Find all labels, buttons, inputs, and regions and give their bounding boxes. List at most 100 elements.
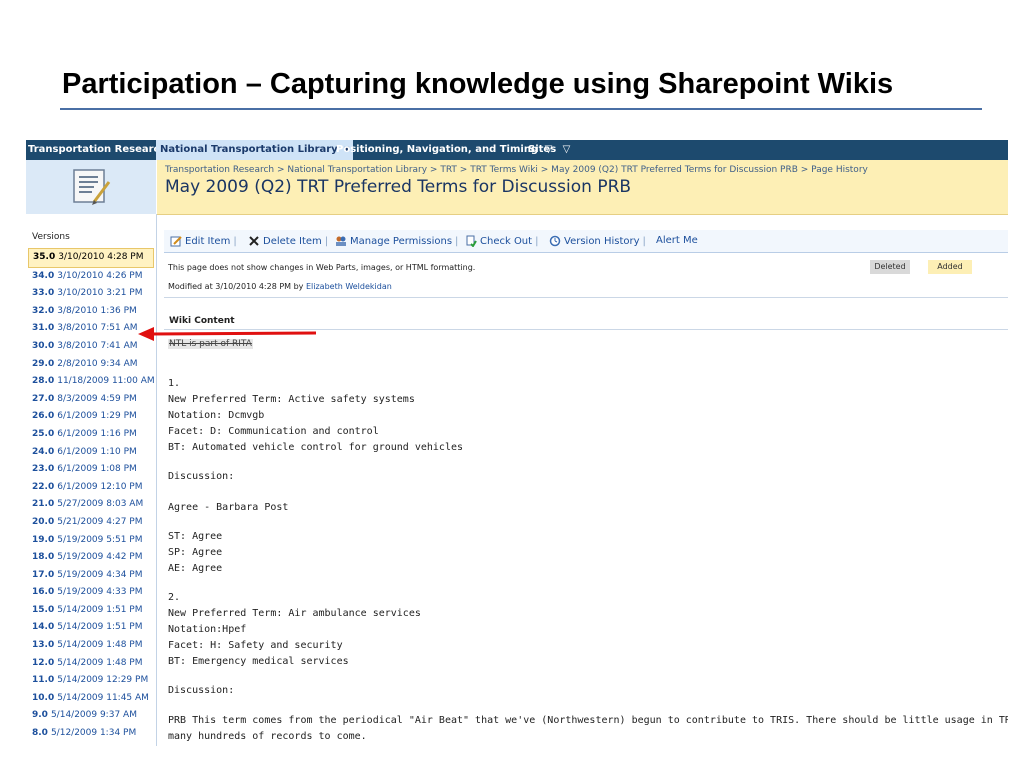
version-item[interactable]: 11.0 5/14/2009 12:29 PM	[26, 672, 156, 690]
version-date: 5/19/2009 4:34 PM	[57, 569, 143, 580]
version-item[interactable]: 15.0 5/14/2009 1:51 PM	[26, 602, 156, 620]
version-item[interactable]: 35.0 3/10/2010 4:28 PM	[28, 248, 154, 268]
version-item[interactable]: 18.0 5/19/2009 4:42 PM	[26, 549, 156, 567]
breadcrumb[interactable]: Transportation Research > National Trans…	[165, 165, 868, 175]
version-date: 5/14/2009 1:48 PM	[57, 640, 143, 651]
wiki-line: Facet: H: Safety and security	[168, 640, 343, 651]
version-item[interactable]: 25.0 6/1/2009 1:16 PM	[26, 426, 156, 444]
tab-sites[interactable]: Sites ▽	[528, 140, 570, 160]
version-number: 29.0	[32, 358, 55, 369]
version-number: 21.0	[32, 499, 55, 510]
version-item[interactable]: 14.0 5/14/2009 1:51 PM	[26, 619, 156, 637]
check-out-label: Check Out	[480, 235, 533, 247]
version-item[interactable]: 21.0 5/27/2009 8:03 AM	[26, 496, 156, 514]
tab-positioning-navigation-timing[interactable]: Positioning, Navigation, and Timing ▽	[336, 140, 552, 160]
version-date: 8/3/2009 4:59 PM	[57, 393, 137, 404]
wiki-line: AE: Agree	[168, 563, 223, 574]
toolbar-separator: |	[324, 235, 329, 247]
check-out-button[interactable]: Check Out |	[465, 235, 538, 247]
version-item[interactable]: 26.0 6/1/2009 1:29 PM	[26, 408, 156, 426]
permissions-icon	[336, 236, 346, 246]
version-number: 28.0	[32, 376, 55, 387]
modified-by-link[interactable]: Elizabeth Weldekidan	[306, 282, 392, 291]
tab-national-transportation-library[interactable]: National Transportation Library ▾	[156, 140, 354, 160]
modified-info: Modified at 3/10/2010 4:28 PM by Elizabe…	[168, 282, 392, 291]
wiki-line: SP: Agree	[168, 547, 223, 558]
version-item[interactable]: 13.0 5/14/2009 1:48 PM	[26, 637, 156, 655]
version-item[interactable]: 19.0 5/19/2009 5:51 PM	[26, 532, 156, 550]
page-header: Transportation Research > National Trans…	[157, 160, 1008, 215]
version-item[interactable]: 10.0 5/14/2009 11:45 AM	[26, 690, 156, 708]
check-out-icon	[466, 235, 477, 247]
version-date: 5/21/2009 4:27 PM	[57, 516, 143, 527]
delete-item-button[interactable]: Delete Item |	[248, 235, 328, 247]
version-item[interactable]: 16.0 5/19/2009 4:33 PM	[26, 584, 156, 602]
version-date: 5/14/2009 9:37 AM	[50, 710, 137, 721]
version-number: 22.0	[32, 481, 55, 492]
version-number: 23.0	[32, 464, 55, 475]
version-number: 11.0	[32, 675, 55, 686]
wiki-line: BT: Automated vehicle control for ground…	[168, 442, 464, 453]
version-item[interactable]: 12.0 5/14/2009 1:48 PM	[26, 655, 156, 673]
versions-sidebar: Versions 35.0 3/10/2010 4:28 PM 34.0 3/10/2…	[26, 214, 157, 746]
version-history-button[interactable]: Version History |	[549, 235, 646, 247]
alert-me-label: Alert Me	[656, 235, 698, 246]
version-item[interactable]: 34.0 3/10/2010 4:26 PM	[26, 268, 156, 286]
title-rule	[60, 108, 982, 110]
version-number: 26.0	[32, 411, 55, 422]
page-title: May 2009 (Q2) TRT Preferred Terms for Di…	[165, 177, 632, 197]
sharepoint-screenshot: Transportation Research National Transpo…	[26, 128, 1008, 746]
wiki-line: 1.	[168, 378, 181, 389]
version-date: 6/1/2009 12:10 PM	[57, 481, 143, 492]
version-item[interactable]: 24.0 6/1/2009 1:10 PM	[26, 444, 156, 462]
version-item[interactable]: 33.0 3/10/2010 3:21 PM	[26, 285, 156, 303]
version-date: 5/19/2009 4:42 PM	[57, 552, 143, 563]
legend-added: Added	[928, 260, 972, 274]
delete-icon	[249, 236, 259, 246]
version-number: 16.0	[32, 587, 55, 598]
version-item[interactable]: 17.0 5/19/2009 4:34 PM	[26, 567, 156, 585]
version-number: 18.0	[32, 552, 55, 563]
version-item[interactable]: 22.0 6/1/2009 12:10 PM	[26, 479, 156, 497]
version-number: 25.0	[32, 428, 55, 439]
version-item[interactable]: 31.0 3/8/2010 7:51 AM	[26, 320, 156, 338]
alert-me-button[interactable]: Alert Me	[656, 235, 698, 246]
version-number: 24.0	[32, 446, 55, 457]
versions-list: 35.0 3/10/2010 4:28 PM 34.0 3/10/2010 4:26 …	[26, 248, 156, 743]
legend-deleted: Deleted	[870, 260, 910, 274]
wiki-page-icon	[73, 169, 111, 205]
version-number: 17.0	[32, 569, 55, 580]
version-item[interactable]: 9.0 5/14/2009 9:37 AM	[26, 707, 156, 725]
wiki-line: 2.	[168, 592, 181, 603]
version-number: 12.0	[32, 657, 55, 668]
divider	[164, 329, 1008, 330]
version-item[interactable]: 23.0 6/1/2009 1:08 PM	[26, 461, 156, 479]
version-number: 31.0	[32, 323, 55, 334]
wiki-line: BT: Emergency medical services	[168, 656, 349, 667]
version-item[interactable]: 30.0 3/8/2010 7:41 AM	[26, 338, 156, 356]
version-item[interactable]: 32.0 3/8/2010 1:36 PM	[26, 303, 156, 321]
change-notice: This page does not show changes in Web P…	[168, 263, 476, 272]
divider	[164, 297, 1008, 298]
toolbar-separator: |	[455, 235, 459, 247]
wiki-content-label: Wiki Content	[169, 316, 235, 326]
version-item[interactable]: 8.0 5/12/2009 1:34 PM	[26, 725, 156, 743]
version-item[interactable]: 29.0 2/8/2010 9:34 AM	[26, 356, 156, 374]
version-item[interactable]: 20.0 5/21/2009 4:27 PM	[26, 514, 156, 532]
edit-item-button[interactable]: Edit Item |	[170, 235, 237, 247]
version-number: 35.0	[33, 252, 56, 262]
edit-icon	[170, 236, 182, 247]
version-item[interactable]: 28.0 11/18/2009 11:00 AM	[26, 373, 156, 391]
tab-label: National Transportation Library	[160, 144, 338, 155]
version-date: 3/10/2010 4:26 PM	[57, 270, 143, 281]
version-date: 3/8/2010 7:51 AM	[57, 323, 138, 334]
wiki-line: Facet: D: Communication and control	[168, 426, 379, 437]
version-number: 33.0	[32, 288, 55, 299]
version-history-icon	[549, 235, 561, 247]
version-date: 5/12/2009 1:34 PM	[50, 728, 137, 739]
manage-permissions-button[interactable]: Manage Permissions |	[335, 235, 458, 247]
version-number: 15.0	[32, 604, 55, 615]
tab-label: Sites	[528, 144, 557, 155]
site-title-link[interactable]: Transportation Research	[28, 140, 167, 160]
version-item[interactable]: 27.0 8/3/2009 4:59 PM	[26, 391, 156, 409]
